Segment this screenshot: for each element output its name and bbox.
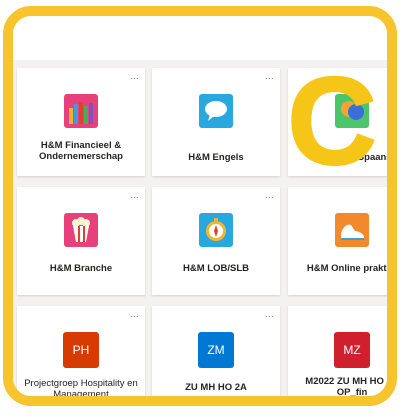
overlay-letter-c: C: [286, 68, 378, 178]
team-name: H&M LOB/SLB: [183, 263, 249, 274]
team-card-branche[interactable]: ... H&M Branche: [17, 187, 145, 295]
sneaker-icon: [335, 213, 369, 247]
team-card-zu-mh-ho-2a[interactable]: ... ZM ZU MH HO 2A: [152, 306, 280, 396]
team-card-engels[interactable]: ... H&M Engels: [152, 68, 280, 176]
pencils-icon: [64, 94, 98, 128]
team-name: H&M Financieel & Ondernemerschap: [39, 140, 123, 162]
team-card-online-praktijk[interactable]: ... H&M Online praktijk: [288, 187, 397, 295]
more-options-button[interactable]: ...: [130, 190, 139, 200]
team-card-m2022[interactable]: ... MZ M2022 ZU MH HO 3A OP_fin: [288, 306, 397, 398]
teams-frame: ... H&M Financieel & Ondernemerschap ...: [3, 6, 397, 406]
team-card-projectgroep[interactable]: ... PH Projectgroep Hospitality en Manag…: [17, 306, 145, 396]
team-avatar: PH: [63, 332, 99, 368]
team-card-lob-slb[interactable]: ... H&M LOB/SLB: [152, 187, 280, 295]
team-name: M2022 ZU MH HO 3A OP_fin: [305, 376, 397, 398]
speech-bubble-icon: [199, 94, 233, 128]
team-name: ZU MH HO 2A: [185, 382, 247, 393]
more-options-button[interactable]: ...: [130, 309, 139, 319]
more-options-button[interactable]: ...: [265, 309, 274, 319]
svg-text:C: C: [287, 68, 377, 178]
popcorn-icon: [64, 213, 98, 247]
more-options-button[interactable]: ...: [265, 71, 274, 81]
compass-icon: [199, 213, 233, 247]
team-name: Projectgroep Hospitality en Management: [24, 378, 138, 400]
more-options-button[interactable]: ...: [130, 71, 139, 81]
team-avatar: MZ: [334, 332, 370, 368]
team-card-financieel[interactable]: ... H&M Financieel & Ondernemerschap: [17, 68, 145, 176]
team-name: H&M Branche: [49, 263, 113, 274]
more-options-button[interactable]: ...: [265, 190, 274, 200]
team-avatar: ZM: [198, 332, 234, 368]
team-name: H&M Engels: [188, 152, 244, 163]
team-name: H&M Online praktijk: [306, 263, 397, 274]
